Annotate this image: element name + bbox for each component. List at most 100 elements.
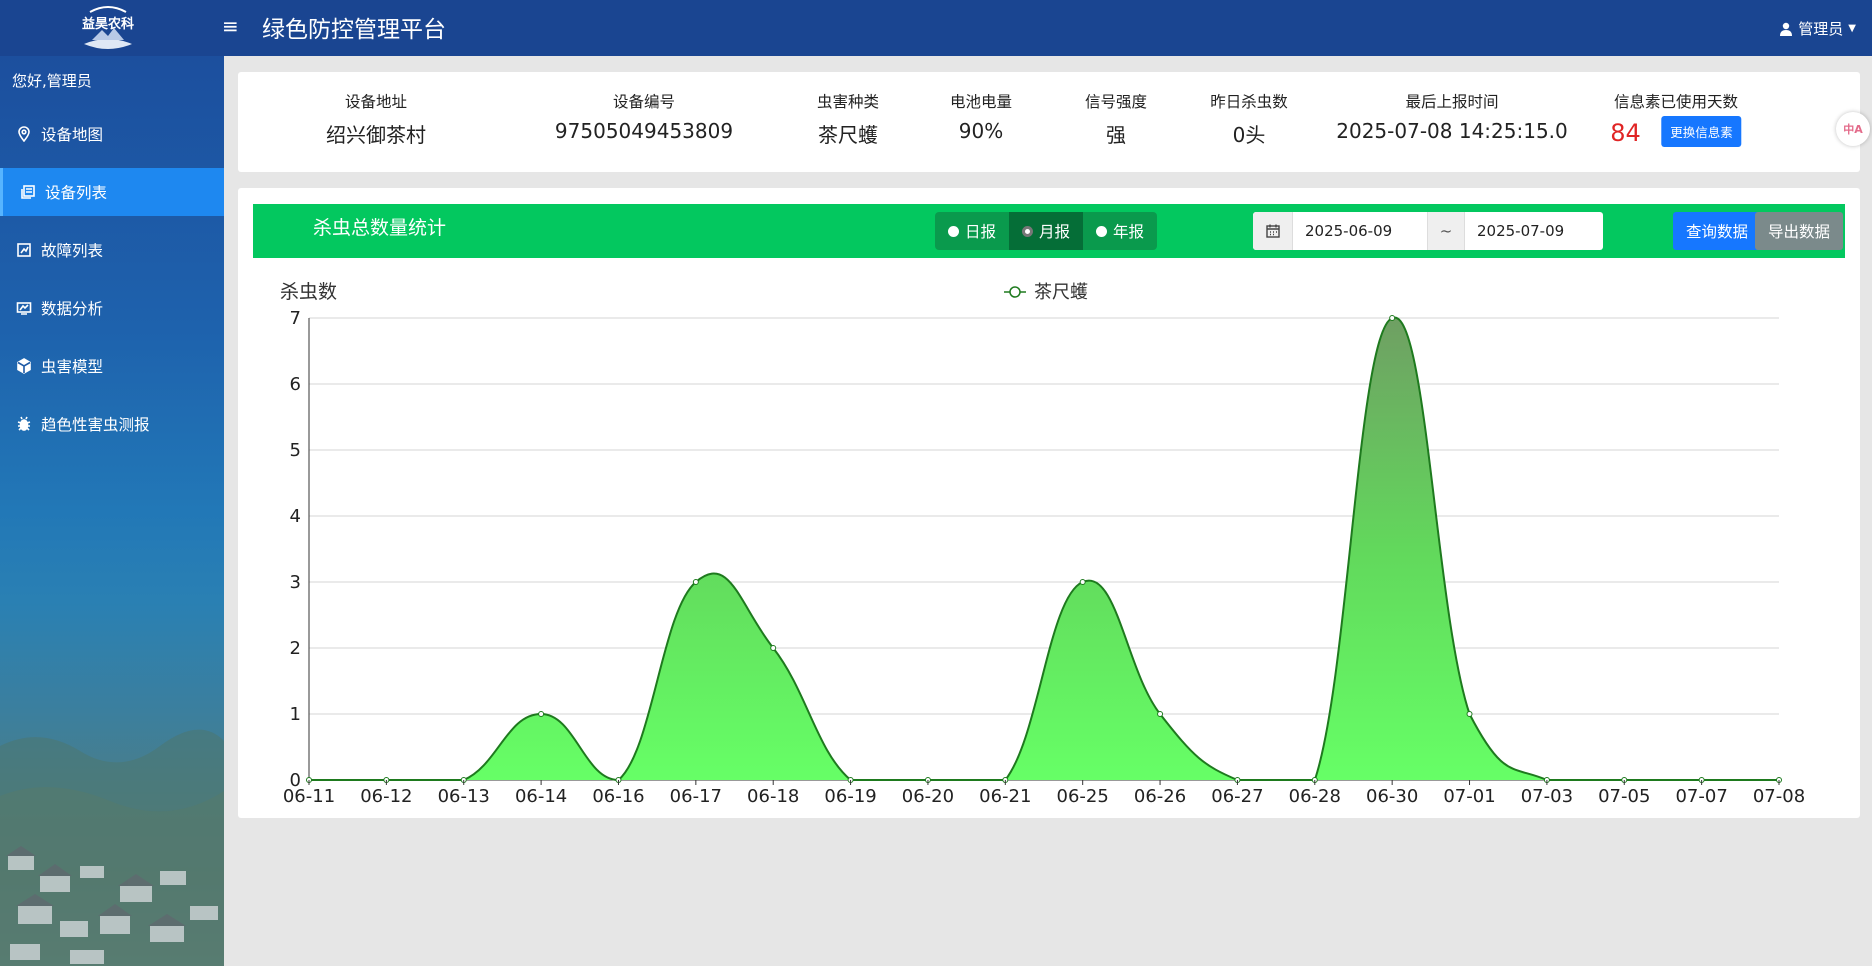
- x-tick-label: 07-07: [1675, 786, 1727, 807]
- x-tick-label: 06-25: [1057, 786, 1109, 807]
- list-icon: [21, 185, 35, 199]
- cube-icon: [17, 358, 31, 374]
- x-tick-label: 07-08: [1753, 786, 1805, 807]
- signal-strength: 强: [1105, 123, 1126, 147]
- x-tick-label: 06-12: [360, 786, 412, 807]
- series-area: [309, 317, 1779, 780]
- y-tick-label: 2: [290, 638, 301, 659]
- info-device-id: 设备编号 97505049453809: [555, 90, 733, 143]
- sidebar-item-label: 趋色性害虫测报: [41, 416, 150, 434]
- info-battery: 电池电量 90%: [950, 90, 1012, 143]
- map-pin-icon: [18, 126, 30, 142]
- y-tick-label: 3: [290, 572, 301, 593]
- info-label: 最后上报时间: [1405, 93, 1499, 111]
- sidebar-item-label: 故障列表: [41, 242, 104, 260]
- info-address: 设备地址 绍兴御茶村: [326, 90, 426, 148]
- x-tick-label: 06-13: [438, 786, 490, 807]
- device-address: 绍兴御茶村: [326, 123, 426, 147]
- last-report-time: 2025-07-08 14:25:15.0: [1336, 119, 1568, 143]
- top-header: 益昊农科 ≡ 绿色防控管理平台 管理员 ▼: [0, 0, 1872, 56]
- analytics-icon: [16, 302, 32, 315]
- sidebar-item-label: 数据分析: [41, 300, 104, 318]
- y-tick-label: 5: [290, 440, 301, 461]
- sidebar-item-device-map[interactable]: 设备地图: [0, 110, 224, 158]
- app-title: 绿色防控管理平台: [262, 17, 446, 43]
- logo-text: 益昊农科: [82, 16, 134, 32]
- battery-level: 90%: [958, 119, 1004, 143]
- x-tick-label: 06-20: [902, 786, 954, 807]
- info-label: 虫害种类: [816, 93, 880, 111]
- x-tick-label: 07-01: [1443, 786, 1495, 807]
- chart-series: [306, 315, 1782, 783]
- x-tick-label: 06-26: [1134, 786, 1186, 807]
- x-axis-ticks: 06-11 06-12 06-13 06-14 06-16 06-17 06-18 06-19…: [283, 780, 1805, 807]
- sidebar-item-label: 设备地图: [41, 126, 104, 144]
- translate-float-button[interactable]: 中A: [1836, 112, 1870, 146]
- user-menu[interactable]: 管理员 ▼: [1779, 18, 1856, 39]
- info-signal: 信号强度 强: [1085, 90, 1147, 148]
- user-icon: [1780, 22, 1793, 36]
- info-yesterday-kills: 昨日杀虫数 0头: [1210, 90, 1288, 148]
- sidebar-item-label: 设备列表: [45, 184, 108, 202]
- sidebar-item-pest-forecast[interactable]: 趋色性害虫测报: [0, 400, 224, 448]
- info-label: 电池电量: [949, 93, 1013, 111]
- yesterday-kills: 0头: [1232, 123, 1266, 147]
- x-tick-label: 06-30: [1366, 786, 1418, 807]
- x-tick-label: 06-28: [1289, 786, 1341, 807]
- info-label: 设备地址: [344, 93, 407, 111]
- data-point: [1466, 711, 1473, 717]
- bug-icon: [17, 416, 31, 431]
- data-point: [1079, 579, 1086, 585]
- y-tick-label: 6: [290, 374, 301, 395]
- y-axis-label: 杀虫数: [280, 281, 337, 303]
- data-point: [1389, 315, 1396, 321]
- sidebar: 您好,管理员 设备地图 设备列表 故障列表 数据分析 虫害模型 趋色性害虫测报: [0, 56, 224, 966]
- pest-type: 茶尺蠖: [817, 123, 878, 147]
- village-background-image: [0, 729, 224, 966]
- chart-card: 杀虫总数量统计 日报 月报 年报 ~ 查询数据 导出数据: [238, 188, 1860, 818]
- data-point: [770, 645, 777, 651]
- x-tick-label: 06-21: [979, 786, 1031, 807]
- info-label: 昨日杀虫数: [1210, 93, 1288, 111]
- sidebar-item-data-analysis[interactable]: 数据分析: [0, 284, 224, 332]
- device-id: 97505049453809: [554, 119, 734, 143]
- info-label: 信号强度: [1084, 93, 1148, 111]
- greeting-text: 您好,管理员: [12, 72, 92, 90]
- info-pest-type: 虫害种类 茶尺蠖: [817, 90, 879, 148]
- y-axis-ticks: 01234567: [290, 308, 301, 791]
- sidebar-item-pest-model[interactable]: 虫害模型: [0, 342, 224, 390]
- x-tick-label: 07-05: [1598, 786, 1650, 807]
- hamburger-icon[interactable]: ≡: [222, 14, 239, 38]
- translate-icon: 中A: [1843, 123, 1863, 136]
- legend-marker-icon: [1009, 286, 1021, 298]
- info-label: 信息素已使用天数: [1613, 93, 1739, 111]
- x-tick-label: 06-17: [670, 786, 722, 807]
- change-pheromone-button[interactable]: 更换信息素: [1661, 116, 1742, 147]
- legend-series-name: 茶尺蠖: [1034, 282, 1088, 303]
- device-info-card: 设备地址 绍兴御茶村 设备编号 97505049453809 虫害种类 茶尺蠖 …: [238, 72, 1860, 172]
- data-point: [1157, 711, 1164, 717]
- x-tick-label: 06-18: [747, 786, 799, 807]
- x-tick-label: 07-03: [1521, 786, 1573, 807]
- info-label: 设备编号: [612, 93, 675, 111]
- sidebar-item-label: 虫害模型: [41, 358, 104, 376]
- sidebar-item-fault-list[interactable]: 故障列表: [0, 226, 224, 274]
- x-tick-label: 06-27: [1211, 786, 1263, 807]
- y-tick-label: 4: [290, 506, 301, 527]
- x-tick-label: 06-11: [283, 786, 335, 807]
- x-tick-label: 06-19: [824, 786, 876, 807]
- kill-count-area-chart: 杀虫数 茶尺蠖 01234567 06-11 06-12 06-13 06-14 06-…: [280, 281, 1805, 807]
- user-name: 管理员: [1798, 20, 1844, 38]
- pheromone-days: 84: [1610, 119, 1641, 147]
- chart-legend[interactable]: 茶尺蠖: [1004, 282, 1088, 303]
- data-point: [692, 579, 699, 585]
- info-pheromone-days: 信息素已使用天数 84 更换信息素: [1610, 90, 1742, 147]
- company-logo: 益昊农科: [78, 4, 138, 52]
- data-point: [538, 711, 545, 717]
- sidebar-item-device-list[interactable]: 设备列表: [0, 168, 224, 216]
- y-tick-label: 7: [290, 308, 301, 329]
- x-tick-label: 06-16: [592, 786, 644, 807]
- info-last-report: 最后上报时间 2025-07-08 14:25:15.0: [1336, 90, 1568, 143]
- y-tick-label: 1: [290, 704, 301, 725]
- caret-down-icon: ▼: [1848, 23, 1856, 34]
